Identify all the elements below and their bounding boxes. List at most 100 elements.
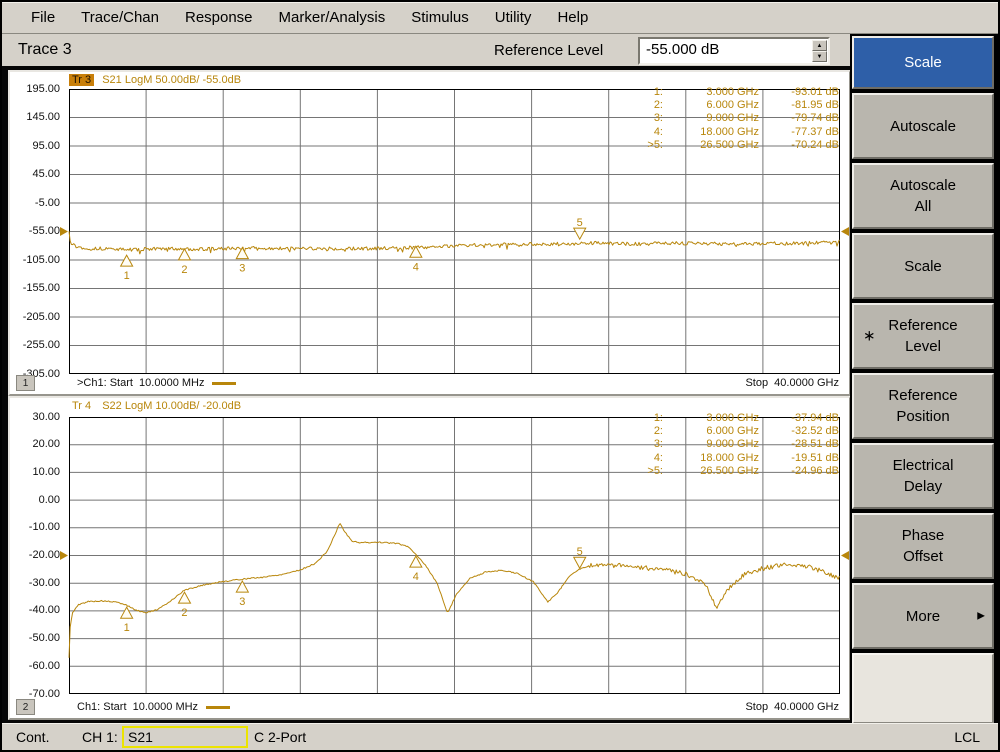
marker-3-number: 3	[239, 596, 245, 608]
softkey-electrical-delay[interactable]: ElectricalDelay	[852, 443, 994, 509]
y-tick-label: 0.00	[10, 494, 60, 506]
marker-readout-row: >5:26.500 GHz-24.96 dB	[635, 465, 839, 478]
softkey-autoscale[interactable]: Autoscale	[852, 93, 994, 159]
menu-item-response[interactable]: Response	[172, 9, 266, 26]
measurement-value: S21	[128, 729, 153, 745]
marker-readout-row: 3:9.000 GHz-28.51 dB	[635, 438, 839, 451]
y-tick-label: -20.00	[10, 549, 60, 561]
marker-readout-number: 2:	[635, 425, 663, 438]
status-bar: Cont. CH 1: S21 C 2-Port LCL	[2, 723, 998, 750]
marker-readout-row: 1:3.000 GHz-93.01 dB	[635, 86, 839, 99]
softkey-autoscale-all[interactable]: AutoscaleAll	[852, 163, 994, 229]
arrow-down-icon: ▼	[817, 54, 823, 60]
trace-badge[interactable]: Tr 4	[69, 400, 94, 412]
softkey-label: Delay	[904, 476, 942, 497]
marker-readout-value: -28.51 dB	[759, 438, 839, 451]
softkey-label: More	[906, 606, 940, 627]
softkey-label: Level	[905, 336, 941, 357]
marker-readout-row: 4:18.000 GHz-19.51 dB	[635, 452, 839, 465]
y-tick-label: 195.00	[10, 83, 60, 95]
menu-item-marker-analysis[interactable]: Marker/Analysis	[266, 9, 399, 26]
trace-color-key	[212, 382, 236, 385]
marker-5-number: 5	[577, 217, 583, 229]
softkey-label: Autoscale	[890, 175, 956, 196]
softkey-phase-offset[interactable]: PhaseOffset	[852, 513, 994, 579]
softkey-reference-position[interactable]: ReferencePosition	[852, 373, 994, 439]
marker-1-number: 1	[124, 622, 130, 634]
softkey-label: Reference	[888, 385, 957, 406]
marker-readout-number: 4:	[635, 126, 663, 139]
sweep-mode-status: Cont.	[16, 729, 49, 745]
softkey-label: Electrical	[893, 455, 954, 476]
marker-2-number: 2	[181, 264, 187, 276]
measurement-entry-box[interactable]: S21	[122, 726, 248, 748]
plot-area: Tr 3 S21 LogM 50.00dB/ -55.0dB 195.00 1 4 5…	[2, 66, 850, 724]
marker-5-number: 5	[577, 546, 583, 558]
y-tick-label: -40.00	[10, 604, 60, 616]
trace-header: Tr 3 S21 LogM 50.00dB/ -55.0dB	[69, 74, 241, 88]
y-tick-label: -155.00	[10, 282, 60, 294]
trace-color-key	[206, 706, 230, 709]
softkey-reference-level[interactable]: ReferenceLevel∗	[852, 303, 994, 369]
reference-level-arrow-right-icon	[841, 227, 849, 236]
marker-readout-number: 2:	[635, 99, 663, 112]
marker-readout-frequency: 3.000 GHz	[663, 412, 759, 425]
y-tick-label: -10.00	[10, 521, 60, 533]
spinner-up-button[interactable]: ▲	[812, 40, 827, 51]
marker-readout-row: 3:9.000 GHz-79.74 dB	[635, 112, 839, 125]
channel-status-label: CH 1:	[82, 729, 118, 745]
stop-frequency-label: Stop 40.0000 GHz	[745, 377, 839, 389]
softkey-more[interactable]: More▶	[852, 583, 994, 649]
arrow-up-icon: ▲	[817, 43, 823, 49]
marker-2-number: 2	[181, 607, 187, 619]
plot-window-s21: Tr 3 S21 LogM 50.00dB/ -55.0dB 195.00145…	[8, 70, 851, 396]
marker-3-triangle-icon	[236, 248, 248, 259]
marker-readout-number: 3:	[635, 438, 663, 451]
marker-readout-frequency: 18.000 GHz	[663, 452, 759, 465]
marker-readout-frequency: 9.000 GHz	[663, 438, 759, 451]
marker-5-triangle-icon	[574, 228, 586, 239]
y-tick-label: -30.00	[10, 577, 60, 589]
reference-level-arrow-left-icon	[60, 551, 68, 560]
active-trace-label: Trace 3	[18, 41, 72, 59]
plot-window-s22: Tr 4 S22 LogM 10.00dB/ -20.0dB 30.0020.0…	[8, 396, 851, 720]
marker-readout-value: -32.52 dB	[759, 425, 839, 438]
marker-4-number: 4	[413, 571, 419, 583]
menu-item-stimulus[interactable]: Stimulus	[398, 9, 482, 26]
trace-header: Tr 4 S22 LogM 10.00dB/ -20.0dB	[69, 400, 241, 414]
y-tick-label: -55.00	[10, 225, 60, 237]
menu-item-help[interactable]: Help	[544, 9, 601, 26]
lcl-indicator: LCL	[954, 729, 980, 745]
menu-item-file[interactable]: File	[18, 9, 68, 26]
y-tick-label: -60.00	[10, 660, 60, 672]
menu-item-utility[interactable]: Utility	[482, 9, 545, 26]
marker-readout-row: 1:3.000 GHz-37.94 dB	[635, 412, 839, 425]
marker-5-triangle-icon	[574, 557, 586, 568]
menu-item-trace-chan[interactable]: Trace/Chan	[68, 9, 172, 26]
spinner-down-button[interactable]: ▼	[812, 51, 827, 62]
softkey-scale[interactable]: Scale	[852, 233, 994, 299]
trace-badge[interactable]: Tr 3	[69, 74, 94, 86]
marker-readout-list: 1:3.000 GHz-93.01 dB2:6.000 GHz-81.95 dB…	[635, 86, 839, 152]
marker-4-triangle-icon	[410, 556, 422, 567]
marker-3-number: 3	[239, 263, 245, 275]
trace-title: S22 LogM 10.00dB/ -20.0dB	[102, 400, 241, 412]
marker-1-number: 1	[124, 270, 130, 282]
reference-level-arrow-left-icon	[60, 227, 68, 236]
marker-readout-number: 3:	[635, 112, 663, 125]
reference-level-stepper: ▲ ▼	[812, 40, 827, 62]
marker-readout-row: 4:18.000 GHz-77.37 dB	[635, 126, 839, 139]
marker-readout-row: >5:26.500 GHz-70.24 dB	[635, 139, 839, 152]
marker-readout-value: -19.51 dB	[759, 452, 839, 465]
x-axis-row: 1 >Ch1: Start 10.0000 MHz Stop 40.0000 G…	[16, 375, 839, 391]
reference-level-input[interactable]: -55.000 dB ▲ ▼	[638, 37, 830, 65]
marker-readout-value: -24.96 dB	[759, 465, 839, 478]
softkey-label: Phase	[902, 525, 945, 546]
softkey-menu-title[interactable]: Scale	[852, 36, 994, 89]
y-tick-label: -255.00	[10, 339, 60, 351]
marker-readout-number: 1:	[635, 412, 663, 425]
y-tick-label: -205.00	[10, 311, 60, 323]
marker-readout-value: -93.01 dB	[759, 86, 839, 99]
marker-readout-frequency: 26.500 GHz	[663, 465, 759, 478]
vna-application-window: FileTrace/ChanResponseMarker/AnalysisSti…	[0, 0, 1000, 752]
